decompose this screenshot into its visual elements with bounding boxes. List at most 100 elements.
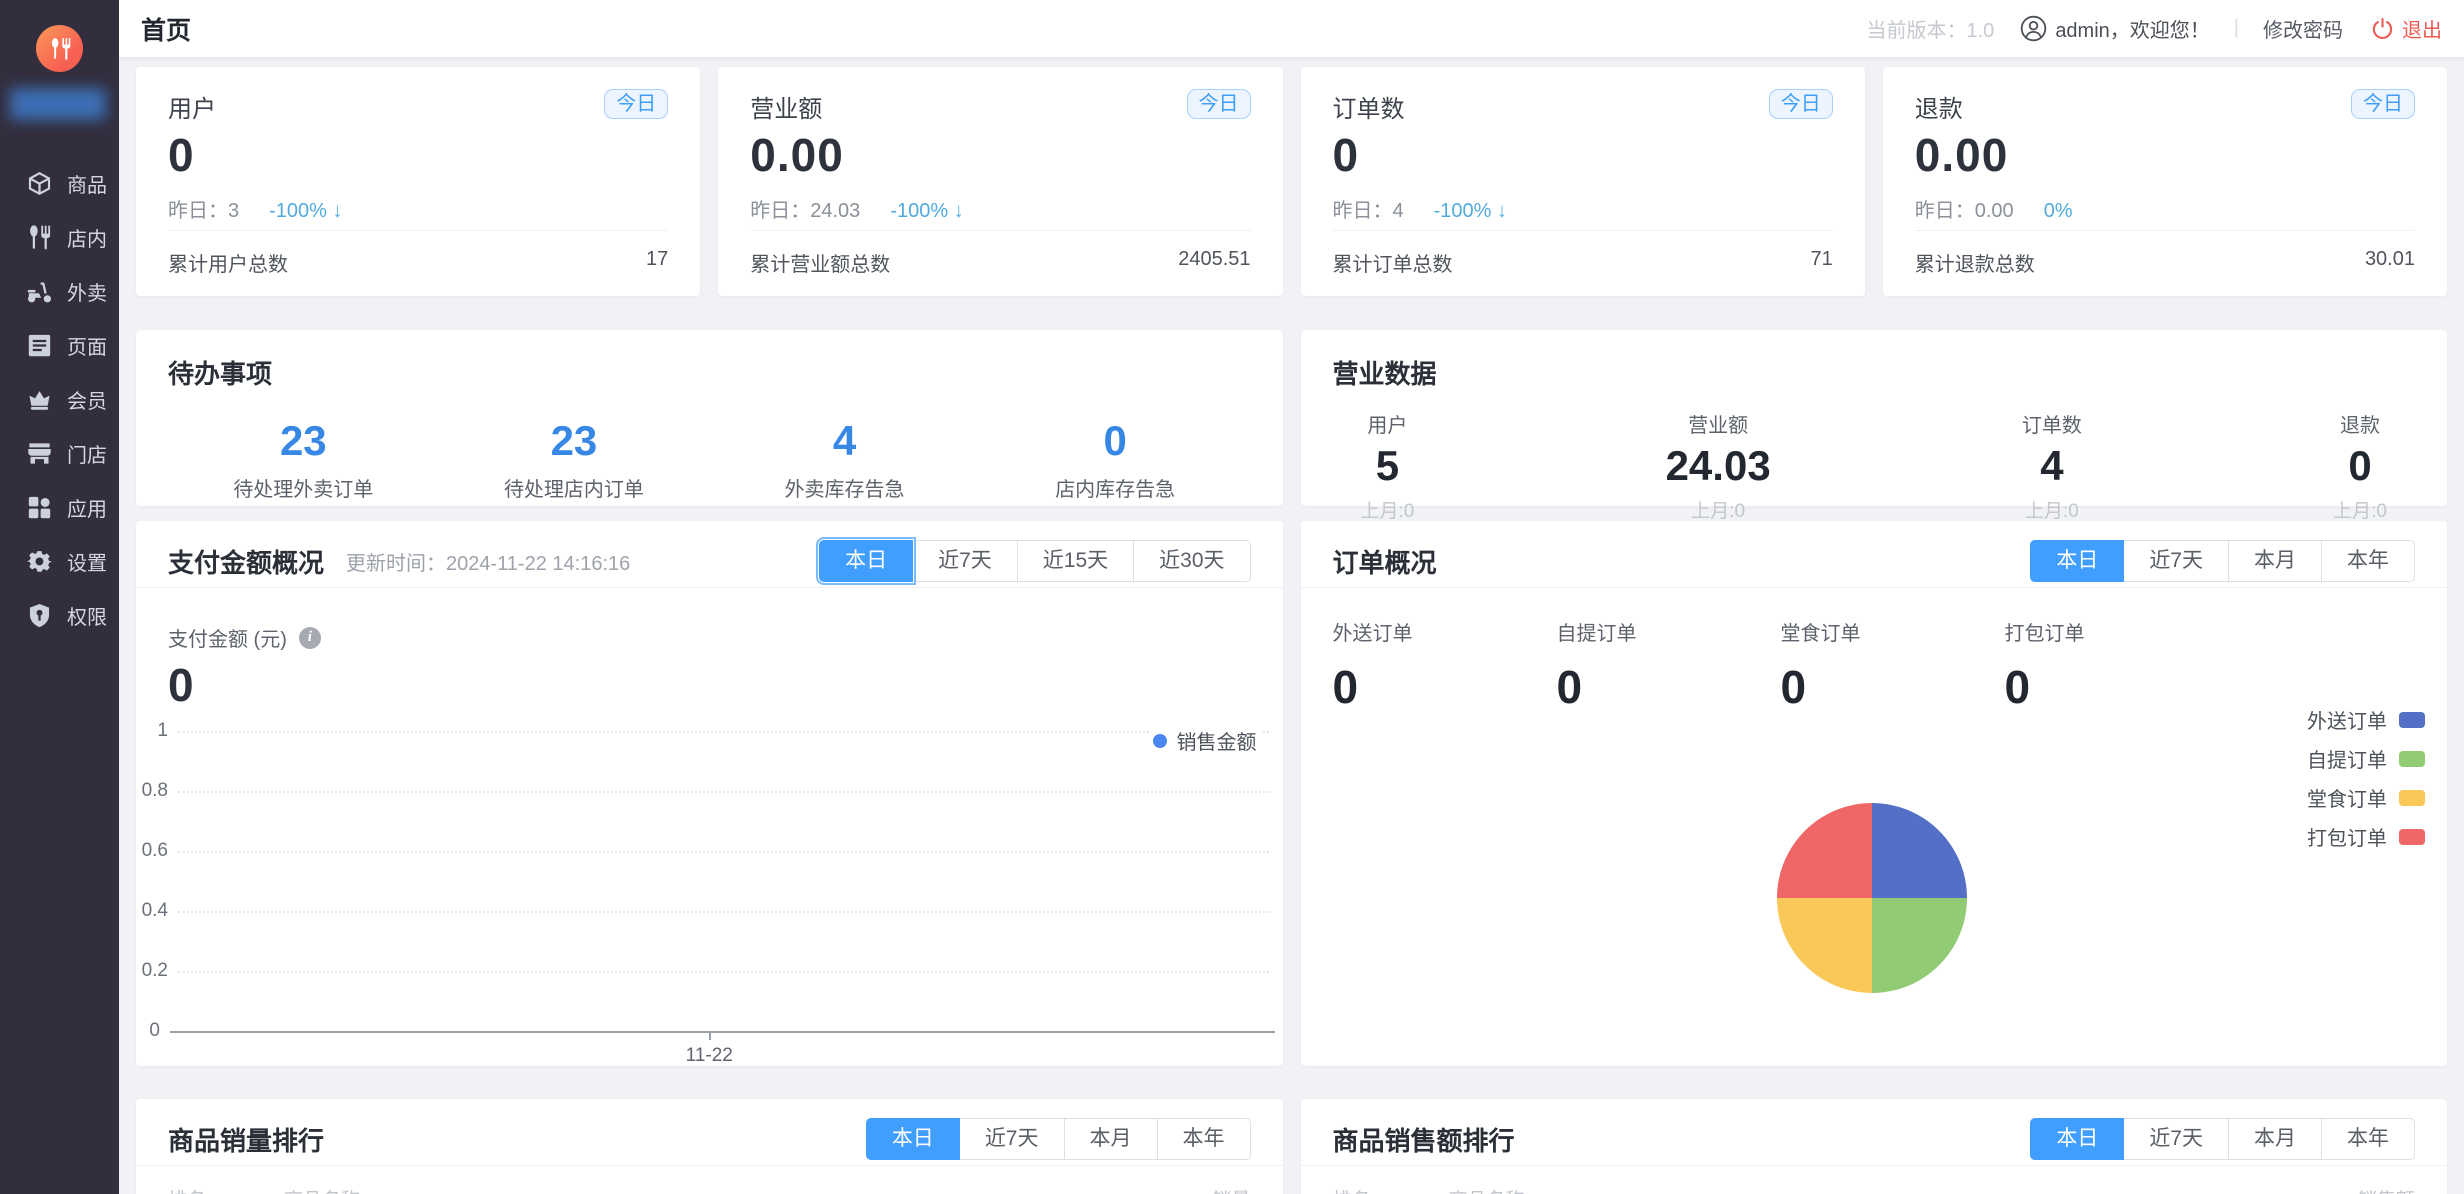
todo-item-instore-orders[interactable]: 23 待处理店内订单 <box>439 417 710 502</box>
tab-year[interactable]: 本年 <box>2322 1118 2415 1160</box>
shield-icon <box>26 602 53 629</box>
payment-overview-panel: 支付金额概况 更新时间：2024-11-22 14:16:16 本日 近7天 近… <box>136 521 1283 1066</box>
sidebar-item-stores[interactable]: 门店 <box>0 426 119 480</box>
legend-item-delivery[interactable]: 外送订单 <box>2307 705 2425 734</box>
order-overview-panel: 订单概况 本日 近7天 本月 本年 外送订单 0 自提订单 0 <box>1301 521 2448 1066</box>
user-avatar-icon[interactable] <box>2020 15 2047 42</box>
cube-icon <box>26 170 53 197</box>
fork-spoon-icon <box>47 36 73 62</box>
tab-15days[interactable]: 近15天 <box>1018 540 1134 582</box>
stat-card-users: 用户 今日 0 昨日：3-100% ↓ 累计用户总数17 <box>136 67 700 296</box>
stat-card-footer: 累计退款总数30.01 <box>1915 230 2415 296</box>
biz-stat-refunds: 退款 0 上月:0 <box>2333 409 2387 523</box>
version-label: 当前版本：1.0 <box>1867 14 1995 43</box>
todo-item-takeout-stock[interactable]: 4 外卖库存告急 <box>709 417 980 502</box>
tab-30days[interactable]: 近30天 <box>1134 540 1250 582</box>
tab-today[interactable]: 本日 <box>819 540 913 582</box>
tab-year[interactable]: 本年 <box>1158 1118 1251 1160</box>
tab-7days[interactable]: 近7天 <box>2124 1118 2229 1160</box>
legend-dot-icon <box>1153 734 1167 748</box>
sales-revenue-rank-panel: 商品销售额排行 本日 近7天 本月 本年 排名 商品名称 销售额 <box>1301 1099 2448 1194</box>
stat-card-value: 0.00 <box>1915 128 2415 182</box>
x-tick-mark <box>709 1031 711 1040</box>
change-password-link[interactable]: 修改密码 <box>2263 14 2343 43</box>
sidebar-item-label: 权限 <box>67 601 107 630</box>
sidebar-item-label: 设置 <box>67 547 107 576</box>
tab-today[interactable]: 本日 <box>2030 1118 2124 1160</box>
logout-label: 退出 <box>2402 14 2442 43</box>
stat-card-title: 退款 <box>1915 89 1963 124</box>
sidebar-item-label: 店内 <box>67 223 107 252</box>
down-arrow-icon: ↓ <box>333 200 343 222</box>
change-percent: -100% ↓ <box>269 200 342 222</box>
tab-7days[interactable]: 近7天 <box>913 540 1018 582</box>
change-percent: -100% ↓ <box>890 200 963 222</box>
stat-card-title: 营业额 <box>750 89 822 124</box>
tab-month[interactable]: 本月 <box>2229 1118 2322 1160</box>
legend-swatch-icon <box>2399 712 2425 728</box>
rank-table-header: 排名 商品名称 销量 <box>168 1185 1251 1194</box>
stat-card-yesterday: 昨日：0.000% <box>1915 194 2415 223</box>
tab-7days[interactable]: 近7天 <box>2124 540 2229 582</box>
metric-value: 0 <box>136 658 1283 712</box>
panel-title: 营业数据 <box>1333 354 2416 391</box>
pie-chart[interactable] <box>1777 803 1967 993</box>
welcome-text[interactable]: admin，欢迎您！ <box>2055 14 2209 43</box>
tab-7days[interactable]: 近7天 <box>960 1118 1065 1160</box>
document-icon <box>26 332 53 359</box>
sidebar-item-apps[interactable]: 应用 <box>0 480 119 534</box>
change-percent: 0% <box>2044 200 2073 222</box>
tab-month[interactable]: 本月 <box>2229 540 2322 582</box>
payment-range-tabs: 本日 近7天 近15天 近30天 <box>819 540 1250 582</box>
y-tick: 0.4 <box>142 900 168 922</box>
legend-item-packed[interactable]: 打包订单 <box>2307 822 2425 851</box>
biz-stat-orders: 订单数 4 上月:0 <box>2022 409 2082 523</box>
main-content: 用户 今日 0 昨日：3-100% ↓ 累计用户总数17 营业额 今日 0.00… <box>119 57 2464 1194</box>
power-icon <box>2371 17 2394 40</box>
biz-stat-users: 用户 5 上月:0 <box>1361 409 1415 523</box>
gear-icon <box>26 548 53 575</box>
sidebar-item-goods[interactable]: 商品 <box>0 156 119 210</box>
todo-item-instore-stock[interactable]: 0 店内库存告急 <box>980 417 1251 502</box>
sidebar-item-settings[interactable]: 设置 <box>0 534 119 588</box>
crown-icon <box>26 386 53 413</box>
sales-rank-tabs: 本日 近7天 本月 本年 <box>866 1118 1251 1160</box>
sidebar-item-permissions[interactable]: 权限 <box>0 588 119 642</box>
tab-today[interactable]: 本日 <box>866 1118 960 1160</box>
change-percent: -100% ↓ <box>1434 200 1507 222</box>
legend-sales-amount[interactable]: 销售金额 <box>1149 724 1261 757</box>
x-tick-label: 11-22 <box>136 1045 1283 1067</box>
todo-item-takeout-orders[interactable]: 23 待处理外卖订单 <box>168 417 439 502</box>
today-badge: 今日 <box>1187 89 1251 119</box>
logout-button[interactable]: 退出 <box>2371 14 2442 43</box>
order-stat-pickup: 自提订单 0 <box>1557 617 1781 714</box>
sidebar: 商品 店内 外卖 页面 会员 门店 应用 设置 <box>0 0 119 1194</box>
stat-card-revenue: 营业额 今日 0.00 昨日：24.03-100% ↓ 累计营业额总数2405.… <box>718 67 1282 296</box>
info-icon[interactable] <box>299 627 321 649</box>
sidebar-item-members[interactable]: 会员 <box>0 372 119 426</box>
stat-card-yesterday: 昨日：4-100% ↓ <box>1333 194 1833 223</box>
tab-month[interactable]: 本月 <box>1065 1118 1158 1160</box>
sidebar-item-label: 门店 <box>67 439 107 468</box>
stat-card-footer: 累计订单总数71 <box>1333 230 1833 296</box>
pie-legend: 外送订单 自提订单 堂食订单 打包订单 <box>2307 705 2425 861</box>
down-arrow-icon: ↓ <box>1497 200 1507 222</box>
brand-name-blurred <box>10 88 106 120</box>
y-tick: 0 <box>149 1020 160 1042</box>
topbar: 首页 当前版本：1.0 admin，欢迎您！ | 修改密码 退出 <box>119 0 2464 57</box>
sidebar-item-takeout[interactable]: 外卖 <box>0 264 119 318</box>
legend-item-dinein[interactable]: 堂食订单 <box>2307 783 2425 812</box>
sidebar-item-instore[interactable]: 店内 <box>0 210 119 264</box>
order-stat-packed: 打包订单 0 <box>2005 617 2229 714</box>
stat-card-yesterday: 昨日：3-100% ↓ <box>168 194 668 223</box>
utensils-icon <box>26 224 53 251</box>
legend-swatch-icon <box>2399 790 2425 806</box>
app-logo[interactable] <box>36 25 83 72</box>
sidebar-item-pages[interactable]: 页面 <box>0 318 119 372</box>
panel-title: 商品销量排行 <box>168 1121 324 1158</box>
legend-item-pickup[interactable]: 自提订单 <box>2307 744 2425 773</box>
y-tick: 0.6 <box>142 840 168 862</box>
tab-year[interactable]: 本年 <box>2322 540 2415 582</box>
tab-today[interactable]: 本日 <box>2030 540 2124 582</box>
update-time: 更新时间：2024-11-22 14:16:16 <box>346 547 630 576</box>
